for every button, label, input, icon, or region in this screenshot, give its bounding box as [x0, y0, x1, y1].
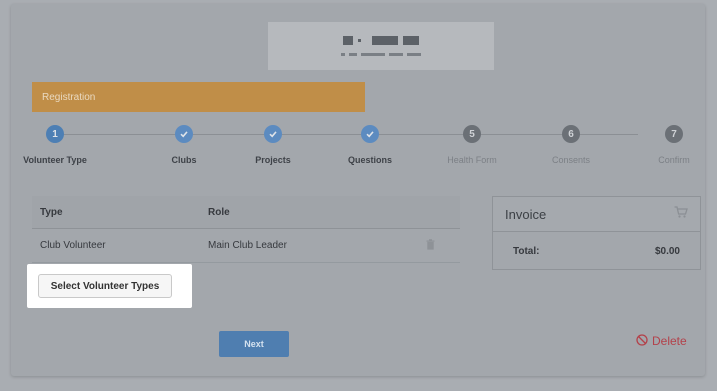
- cell-type: Club Volunteer: [40, 240, 106, 251]
- invoice-header: Invoice: [493, 197, 700, 232]
- header-type: Type: [40, 206, 63, 218]
- check-icon: [264, 125, 282, 143]
- prohibit-icon: [636, 333, 648, 349]
- step-clubs[interactable]: Clubs: [139, 125, 229, 165]
- next-button[interactable]: Next: [219, 331, 289, 357]
- trash-icon[interactable]: [426, 238, 435, 253]
- step-projects[interactable]: Projects: [228, 125, 318, 165]
- invoice-total-row: Total: $0.00: [493, 232, 700, 270]
- progress-stepper: 1 Volunteer Type Clubs Projects Question…: [18, 120, 694, 180]
- registration-label: Registration: [42, 91, 96, 103]
- step-questions[interactable]: Questions: [325, 125, 415, 165]
- step-confirm: 7 Confirm: [629, 125, 717, 165]
- step-label: Confirm: [658, 155, 690, 165]
- delete-button[interactable]: Delete: [636, 333, 687, 349]
- step-volunteer-type[interactable]: 1 Volunteer Type: [10, 125, 100, 165]
- step-number: 6: [562, 125, 580, 143]
- step-number: 1: [46, 125, 64, 143]
- total-label: Total:: [513, 245, 540, 257]
- volunteer-types-table: Type Role Club Volunteer Main Club Leade…: [32, 196, 460, 263]
- cart-icon: [674, 205, 688, 223]
- step-label: Volunteer Type: [23, 155, 87, 165]
- step-number: 5: [463, 125, 481, 143]
- table-header: Type Role: [32, 196, 460, 229]
- total-value: $0.00: [654, 245, 680, 257]
- step-label: Clubs: [171, 155, 197, 165]
- step-label: Consents: [551, 155, 591, 165]
- check-icon: [361, 125, 379, 143]
- step-label: Projects: [255, 155, 291, 165]
- step-label: Questions: [347, 155, 392, 165]
- step-label: Health Form: [447, 155, 497, 165]
- check-icon: [175, 125, 193, 143]
- select-volunteer-types-button[interactable]: Select Volunteer Types: [38, 274, 172, 298]
- registration-header: Registration: [32, 82, 365, 112]
- step-consents: 6 Consents: [526, 125, 616, 165]
- invoice-panel: Invoice Total: $0.00: [492, 196, 701, 270]
- step-number: 7: [665, 125, 683, 143]
- organization-logo: [268, 22, 494, 70]
- invoice-title: Invoice: [505, 206, 547, 222]
- cell-role: Main Club Leader: [208, 240, 287, 251]
- header-role: Role: [208, 206, 230, 218]
- delete-label: Delete: [652, 334, 687, 348]
- table-row: Club Volunteer Main Club Leader: [32, 229, 460, 263]
- step-health-form: 5 Health Form: [427, 125, 517, 165]
